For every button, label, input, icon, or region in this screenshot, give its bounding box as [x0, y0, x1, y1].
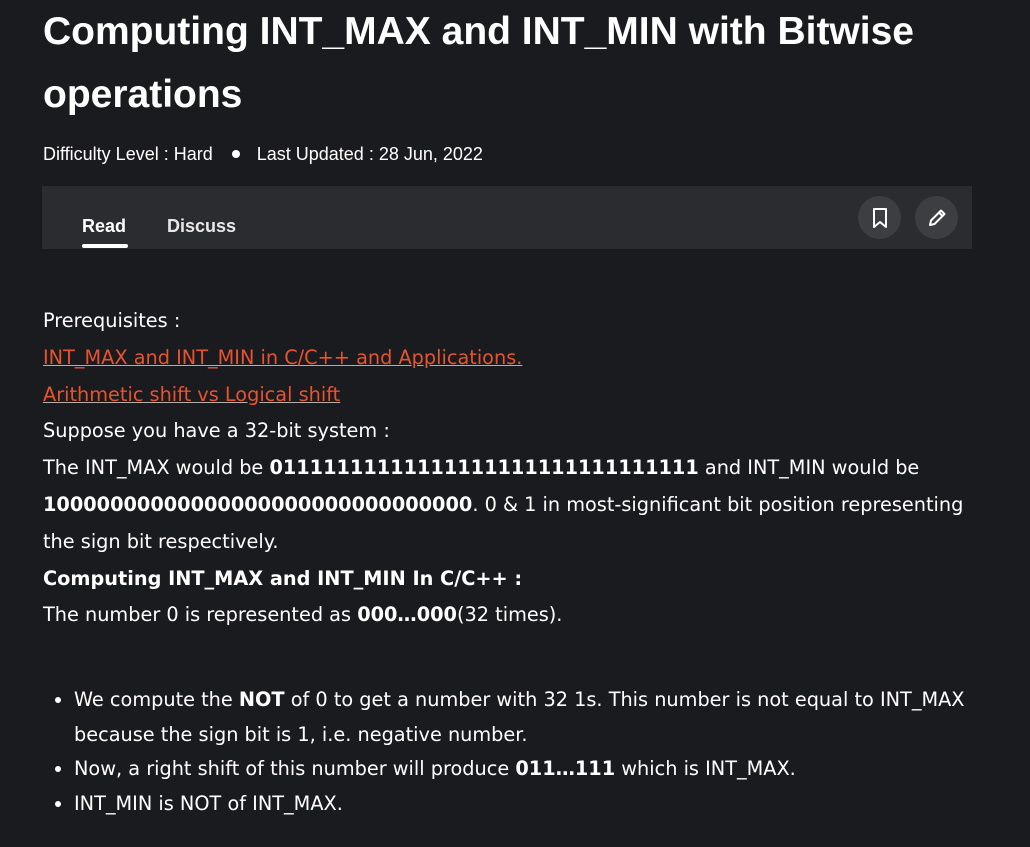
prerequisites-label: Prerequisites :: [43, 309, 181, 332]
tab-read[interactable]: Read: [82, 216, 126, 237]
bookmark-button[interactable]: [858, 196, 901, 239]
suppose-text: Suppose you have a 32-bit system :: [43, 419, 390, 443]
paragraph-int-values: The INT_MAX would be 0111111111111111111…: [43, 456, 964, 553]
article-title: Computing INT_MAX and INT_MIN with Bitwi…: [43, 10, 914, 116]
int-max-bits: 01111111111111111111111111111111: [269, 456, 699, 480]
bookmark-icon: [872, 207, 887, 228]
article-content: Prerequisites : INT_MAX and INT_MIN in C…: [43, 303, 983, 821]
steps-list: We compute the NOT of 0 to get a number …: [43, 683, 983, 821]
separator-dot: [231, 150, 240, 158]
list-item: Now, a right shift of this number will p…: [74, 752, 983, 787]
article-meta: Difficulty Level : Hard Last Updated : 2…: [43, 142, 483, 166]
difficulty-level: Difficulty Level : Hard: [43, 144, 213, 164]
list-item: INT_MIN is NOT of INT_MAX.: [74, 787, 983, 822]
article-tabbar: Read Discuss: [42, 186, 972, 249]
active-tab-indicator: [82, 244, 128, 248]
edit-button[interactable]: [915, 196, 958, 239]
section-heading: Computing INT_MAX and INT_MIN In C/C++ :: [43, 566, 523, 590]
link-arithmetic-shift[interactable]: Arithmetic shift vs Logical shift: [43, 383, 340, 406]
tab-discuss[interactable]: Discuss: [167, 216, 236, 237]
link-int-max-min[interactable]: INT_MAX and INT_MIN in C/C++ and Applica…: [43, 346, 522, 369]
paragraph-zero: The number 0 is represented as 000…000(3…: [43, 603, 563, 627]
list-item: We compute the NOT of 0 to get a number …: [74, 683, 983, 752]
pencil-icon: [928, 209, 945, 226]
last-updated: Last Updated : 28 Jun, 2022: [256, 144, 483, 164]
int-min-bits: 10000000000000000000000000000000: [43, 492, 473, 516]
